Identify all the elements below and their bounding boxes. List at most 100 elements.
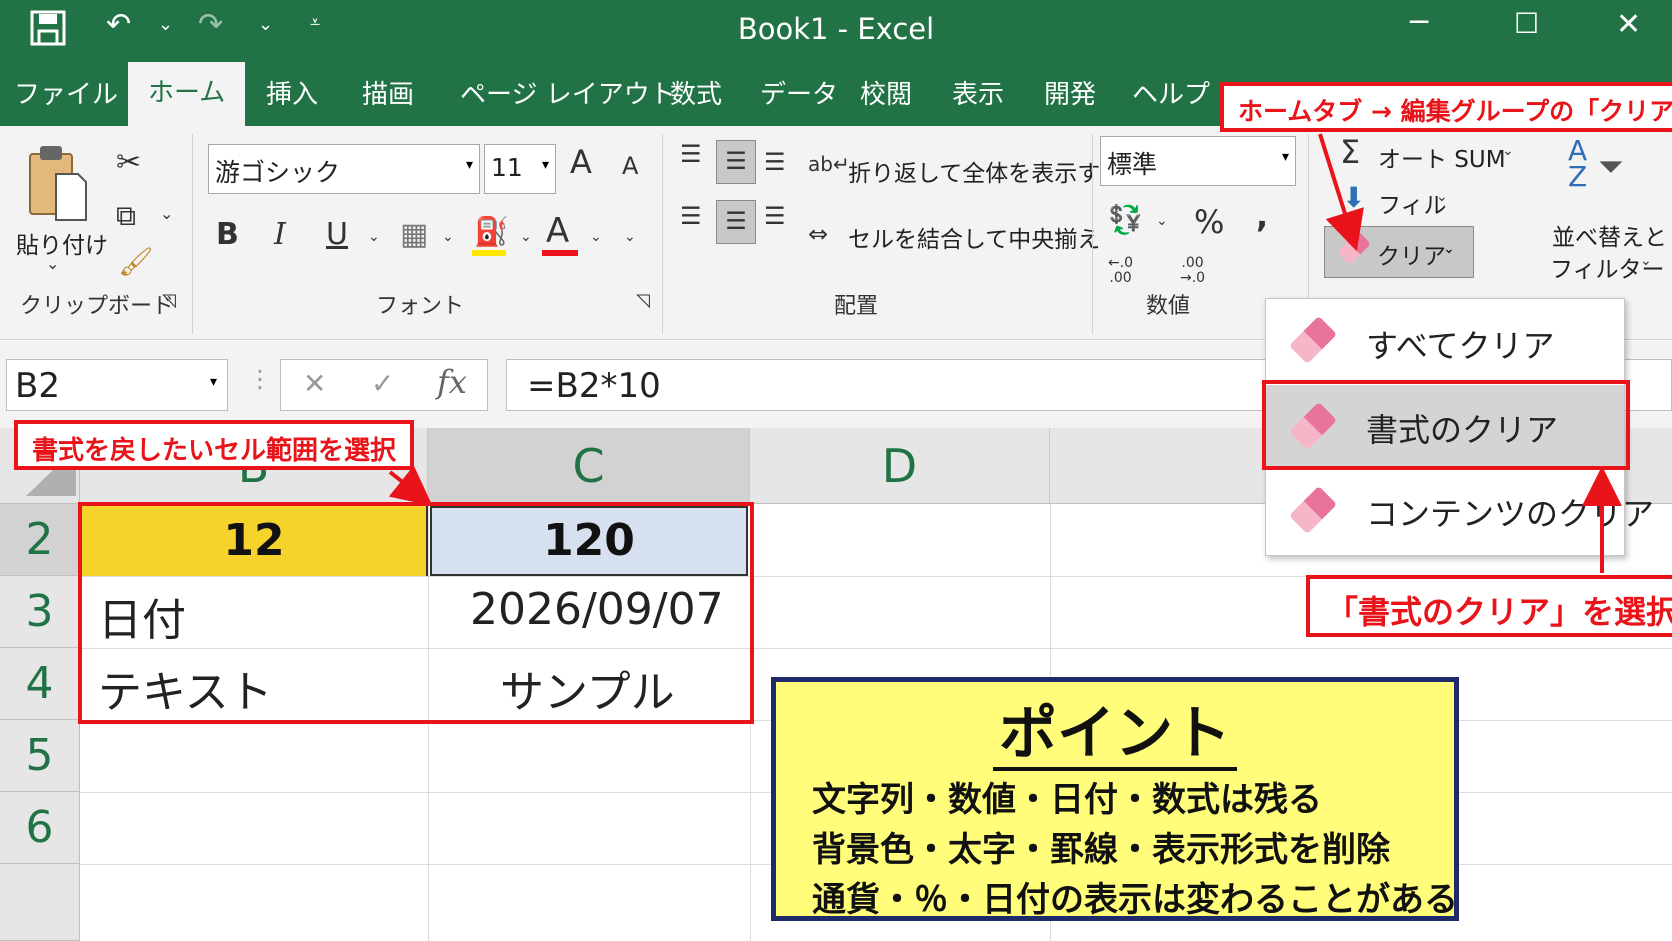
font-group-label: フォント: [376, 294, 465, 319]
align-center-icon[interactable]: ☰: [716, 200, 756, 244]
font-size-value: 11: [491, 153, 523, 182]
row-header-3[interactable]: 3: [0, 576, 80, 648]
point-line: 文字列・数値・日付・数式は残る: [812, 780, 1322, 820]
tab-insert[interactable]: 挿入: [266, 74, 318, 111]
align-bottom-icon[interactable]: ☰: [764, 150, 786, 174]
comma-button[interactable]: ,: [1256, 200, 1268, 232]
more-options-icon[interactable]: ⋮: [248, 367, 272, 391]
point-title: ポイント: [776, 686, 1454, 771]
font-launcher-icon[interactable]: ◹: [636, 292, 650, 310]
tab-help[interactable]: ヘルプ: [1132, 74, 1210, 111]
right-callout-text: 「書式のクリア」を選択: [1326, 593, 1672, 631]
autosum-button[interactable]: オート SUM: [1378, 140, 1506, 174]
point-line: 背景色・太字・罫線・表示形式を削除: [812, 830, 1390, 870]
tab-page-layout[interactable]: ページ レイアウト: [460, 74, 676, 111]
number-format-select[interactable]: 標準 ▾: [1100, 136, 1296, 186]
merge-dropdown-icon[interactable]: ⌄: [1052, 224, 1064, 238]
fill-color-dropdown-icon[interactable]: ⌄: [520, 230, 532, 244]
menu-item-label: コンテンツのクリア: [1366, 495, 1655, 533]
sort-filter-label-1[interactable]: 並べ替えと: [1552, 218, 1667, 252]
right-callout: 「書式のクリア」を選択: [1306, 575, 1672, 637]
font-size-select[interactable]: 11 ▾: [484, 144, 556, 194]
bold-button[interactable]: B: [216, 220, 239, 250]
align-middle-icon[interactable]: ☰: [716, 140, 756, 184]
close-icon[interactable]: ✕: [1616, 10, 1641, 40]
fill-color-icon[interactable]: ⛽: [474, 218, 509, 246]
increase-decimal-button[interactable]: ←.0.00: [1108, 256, 1133, 286]
chevron-down-icon: ▾: [209, 374, 217, 390]
font-color-button[interactable]: A: [546, 214, 569, 248]
left-callout: 書式を戻したいセル範囲を選択: [14, 420, 415, 470]
underline-dropdown-icon[interactable]: ⌄: [368, 230, 380, 244]
tab-home[interactable]: ホーム: [128, 62, 246, 126]
separator: [192, 134, 193, 334]
paste-dropdown-icon[interactable]: ⌄: [46, 256, 59, 272]
decrease-decimal-button[interactable]: .00 →.0: [1180, 256, 1205, 286]
accounting-format-icon[interactable]: 💱: [1108, 206, 1143, 234]
copy-icon[interactable]: ⧉: [116, 202, 136, 230]
point-box: ポイント 文字列・数値・日付・数式は残る 背景色・太字・罫線・表示形式を削除 通…: [771, 677, 1459, 921]
merge-center-icon[interactable]: ⇔: [808, 222, 828, 246]
clipboard-launcher-icon[interactable]: ◹: [162, 292, 176, 310]
font-more-icon[interactable]: ⌄: [624, 230, 636, 244]
column-header-c[interactable]: C: [428, 428, 750, 504]
tab-draw[interactable]: 描画: [362, 74, 414, 111]
insert-function-icon[interactable]: fx: [437, 366, 467, 398]
shrink-font-button[interactable]: A: [622, 154, 638, 178]
minimize-icon[interactable]: ─: [1410, 8, 1428, 38]
enter-icon[interactable]: ✓: [371, 370, 394, 398]
clear-label: クリア: [1377, 244, 1446, 270]
chevron-down-icon: ▾: [1281, 149, 1289, 165]
eraser-icon: [1288, 315, 1338, 365]
column-header-d[interactable]: D: [750, 428, 1050, 504]
paste-icon[interactable]: [26, 140, 90, 222]
row-header-2[interactable]: 2: [0, 504, 80, 576]
autosum-icon[interactable]: Σ: [1340, 136, 1360, 168]
row-header-4[interactable]: 4: [0, 648, 80, 720]
fill-dropdown-icon[interactable]: ⌄: [1436, 190, 1448, 204]
accounting-dropdown-icon[interactable]: ⌄: [1156, 214, 1168, 228]
tab-review[interactable]: 校閲: [860, 74, 912, 111]
percent-button[interactable]: %: [1194, 206, 1224, 238]
sort-filter-icon[interactable]: AZ: [1568, 137, 1587, 191]
copy-dropdown-icon[interactable]: ⌄: [160, 206, 173, 222]
clear-button[interactable]: クリア ⌄: [1324, 226, 1474, 278]
format-painter-icon[interactable]: 🖌: [118, 248, 154, 276]
tab-formulas[interactable]: 数式: [670, 74, 722, 111]
sort-filter-dropdown-icon[interactable]: ⌄: [1640, 254, 1652, 268]
excel-screenshot: ↶ ⌄ ↷ ⌄ ⩡ Book1 - Excel ─ ☐ ✕ ファイル ホーム 挿…: [0, 0, 1672, 941]
autosum-dropdown-icon[interactable]: ⌄: [1502, 144, 1514, 158]
tab-file[interactable]: ファイル: [14, 74, 118, 111]
cut-icon[interactable]: ✂: [116, 148, 141, 178]
italic-button[interactable]: I: [274, 220, 286, 250]
wrap-text-button[interactable]: 折り返して全体を表示する: [848, 154, 1123, 188]
row-header-6[interactable]: 6: [0, 792, 80, 864]
number-format-value: 標準: [1107, 150, 1158, 179]
tab-view[interactable]: 表示: [952, 74, 1004, 111]
borders-dropdown-icon[interactable]: ⌄: [442, 230, 454, 244]
borders-icon[interactable]: ▦: [400, 220, 428, 250]
font-color-dropdown-icon[interactable]: ⌄: [590, 230, 602, 244]
underline-button[interactable]: U: [326, 220, 348, 250]
separator: [1092, 134, 1093, 334]
menu-item-clear-all[interactable]: すべてクリア: [1266, 301, 1624, 383]
align-left-icon[interactable]: ☰: [680, 204, 702, 228]
fill-down-icon[interactable]: ⬇: [1342, 184, 1365, 212]
grow-font-button[interactable]: A: [570, 146, 592, 178]
point-line: 通貨・％・日付の表示は変わることがある: [812, 880, 1458, 920]
name-box[interactable]: B2 ▾: [6, 359, 228, 411]
menu-item-clear-contents[interactable]: コンテンツのクリア: [1266, 469, 1654, 551]
align-right-icon[interactable]: ☰: [764, 204, 786, 228]
align-top-icon[interactable]: ☰: [680, 142, 702, 166]
maximize-icon[interactable]: ☐: [1514, 10, 1539, 38]
tab-developer[interactable]: 開発: [1044, 74, 1096, 111]
tab-data[interactable]: データ: [760, 74, 838, 111]
cancel-icon[interactable]: ✕: [303, 370, 326, 398]
row-header-7[interactable]: [0, 864, 80, 941]
font-name-select[interactable]: 游ゴシック ▾: [208, 144, 480, 194]
row-header-5[interactable]: 5: [0, 720, 80, 792]
wrap-text-icon[interactable]: ab↵: [808, 154, 850, 174]
selected-range-highlight: [78, 502, 754, 724]
paste-label[interactable]: 貼り付け: [16, 226, 108, 260]
separator: [662, 134, 663, 334]
